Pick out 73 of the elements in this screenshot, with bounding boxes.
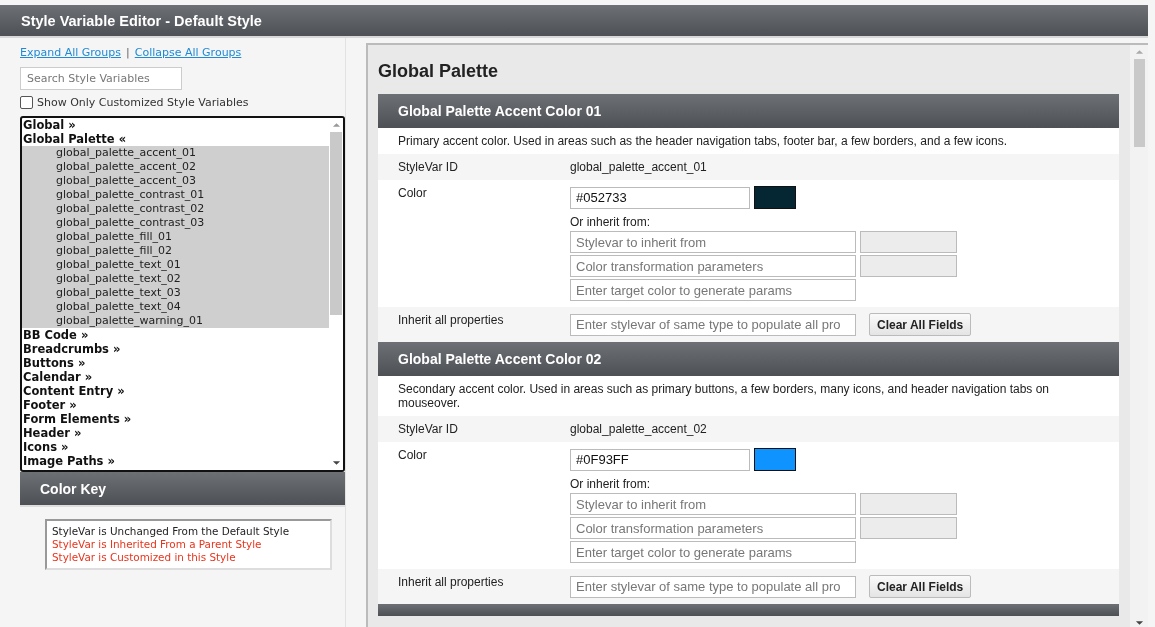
group-item[interactable]: Footer »	[22, 398, 329, 412]
checkbox[interactable]	[20, 96, 33, 109]
color-key-title: Color Key	[40, 480, 107, 497]
checkbox-label: Show Only Customized Style Variables	[37, 96, 249, 109]
transform-field[interactable]: Color transformation parameters	[570, 517, 856, 539]
variable-item[interactable]: global_palette_accent_01	[22, 146, 329, 160]
group-item[interactable]: Breadcrumbs »	[22, 342, 329, 356]
field-label: Color	[398, 448, 428, 462]
color-swatch[interactable]	[754, 448, 796, 471]
section-title: Global Palette Accent Color 01	[398, 103, 602, 119]
color-key-text: StyleVar is Inherited From a Parent Style	[52, 538, 263, 551]
variable-item[interactable]: global_palette_text_02	[22, 272, 329, 286]
inherit-field[interactable]: Stylevar to inherit from	[570, 231, 856, 253]
inherit-label: Or inherit from:	[570, 477, 651, 491]
group-item[interactable]: Content Entry »	[22, 384, 329, 398]
field-label: Inherit all properties	[398, 575, 505, 589]
color-field[interactable]: #0F93FF	[570, 448, 750, 471]
target-color-field[interactable]: Enter target color to generate params	[570, 279, 856, 301]
group-item[interactable]: Header »	[22, 426, 329, 440]
field-label: StyleVar ID	[398, 160, 459, 174]
color-field[interactable]: #052733	[570, 186, 750, 209]
inherit-all-field[interactable]: Enter stylevar of same type to populate all pro	[570, 575, 856, 598]
transform-field[interactable]: Color transformation parameters	[570, 255, 856, 277]
expand-link[interactable]: Expand All Groups	[20, 46, 121, 59]
color-swatch[interactable]	[754, 186, 796, 209]
clear-all-button[interactable]: Clear All Fields	[869, 313, 972, 336]
field-label: Color	[398, 186, 428, 200]
variable-item[interactable]: global_palette_text_04	[22, 300, 329, 314]
page-heading: Global Palette	[378, 61, 500, 82]
separator-text: |	[126, 46, 130, 59]
group-item[interactable]: Global »	[22, 118, 329, 132]
variable-item[interactable]: global_palette_text_03	[22, 286, 329, 300]
collapse-link[interactable]: Collapse All Groups	[134, 46, 242, 59]
variable-item[interactable]: global_palette_contrast_01	[22, 188, 329, 202]
group-item[interactable]: Icons »	[22, 440, 329, 454]
scroll-down-icon[interactable]	[1134, 620, 1144, 626]
search-field[interactable]: Search Style Variables	[20, 67, 182, 90]
target-color-field[interactable]: Enter target color to generate params	[570, 541, 856, 563]
window-title: Style Variable Editor - Default Style	[21, 12, 262, 29]
group-item[interactable]: Calendar »	[22, 370, 329, 384]
inherit-field[interactable]: Stylevar to inherit from	[570, 493, 856, 515]
group-item[interactable]: BB Code »	[22, 328, 329, 342]
variable-item[interactable]: global_palette_contrast_03	[22, 216, 329, 230]
group-item[interactable]: Image Paths »	[22, 454, 329, 468]
stylevar-id: global_palette_accent_01	[570, 160, 707, 174]
description-text: Primary accent color. Used in areas such as the header navigation tabs, footer bar, a few borders, and a few icons.	[398, 134, 1007, 148]
scroll-thumb[interactable]	[330, 132, 342, 316]
inherit-label: Or inherit from:	[570, 215, 651, 229]
field-label: StyleVar ID	[398, 422, 459, 436]
inherit-all-field[interactable]: Enter stylevar of same type to populate all pro	[570, 313, 856, 336]
color-key-text: StyleVar is Unchanged From the Default Style	[52, 525, 291, 538]
group-item[interactable]: Global Palette «	[22, 132, 329, 146]
section-title: Global Palette Accent Color 02	[398, 351, 602, 367]
description-text: Secondary accent color. Used in areas such as primary buttons, a few borders, many icons, and header navigation tabs on mouseover.	[398, 382, 1051, 410]
variable-item[interactable]: global_palette_fill_01	[22, 230, 329, 244]
group-item[interactable]: Buttons »	[22, 356, 329, 370]
scroll-up-icon[interactable]	[1134, 49, 1144, 55]
variable-item[interactable]: global_palette_fill_02	[22, 244, 329, 258]
scrollbar[interactable]	[329, 118, 343, 470]
scroll-thumb[interactable]	[1133, 59, 1145, 147]
scroll-down-icon[interactable]	[331, 460, 341, 466]
stylevar-id: global_palette_accent_02	[570, 422, 707, 436]
scrollbar[interactable]	[1130, 45, 1148, 627]
clear-all-button[interactable]: Clear All Fields	[869, 575, 972, 598]
variable-item[interactable]: global_palette_contrast_02	[22, 202, 329, 216]
variable-item[interactable]: global_palette_warning_01	[22, 314, 329, 328]
variable-item[interactable]: global_palette_accent_02	[22, 160, 329, 174]
group-item[interactable]: Form Elements »	[22, 412, 329, 426]
field-label: Inherit all properties	[398, 313, 505, 327]
variable-item[interactable]: global_palette_text_01	[22, 258, 329, 272]
color-key-text: StyleVar is Customized in this Style	[52, 551, 237, 564]
scroll-up-icon[interactable]	[331, 122, 341, 128]
variable-item[interactable]: global_palette_accent_03	[22, 174, 329, 188]
